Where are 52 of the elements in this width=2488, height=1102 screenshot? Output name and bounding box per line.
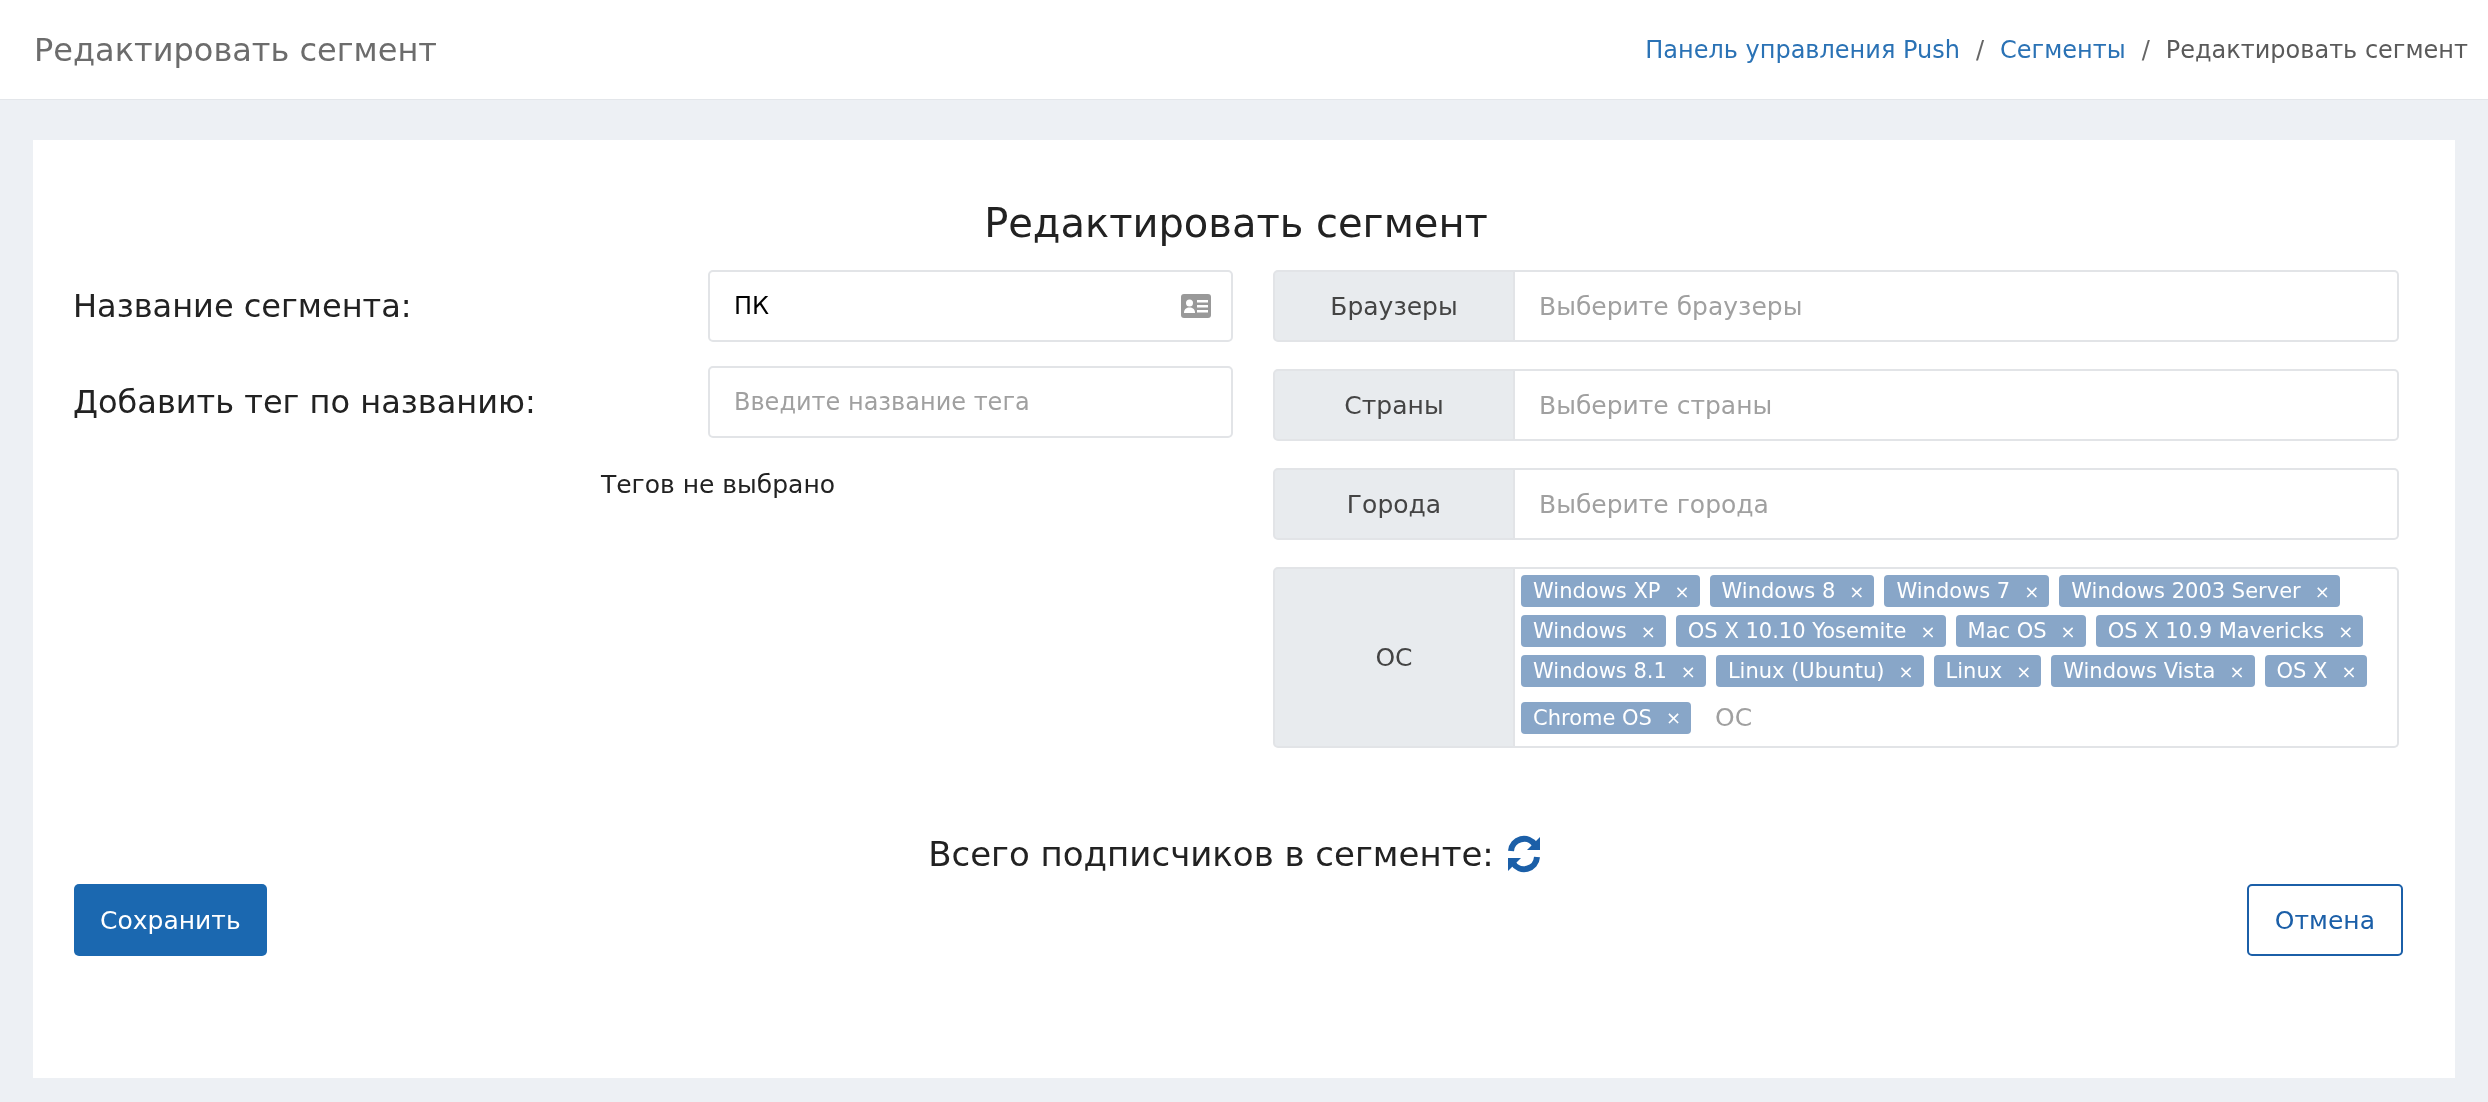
remove-tag-button[interactable]: × <box>2229 660 2245 682</box>
selected-tag: Windows 8.1 × <box>1521 655 1706 687</box>
page-title: Редактировать сегмент <box>34 30 437 69</box>
breadcrumb-link[interactable]: Сегменты <box>2000 35 2126 64</box>
field-label: Название сегмента: <box>73 287 413 325</box>
selected-tag: Chrome OS × <box>1521 701 1691 734</box>
selected-tag: Windows Vista × <box>2051 655 2255 687</box>
selected-tag: Windows × <box>1521 615 1666 647</box>
id-card-icon <box>1181 294 1211 318</box>
remove-tag-button[interactable]: × <box>1849 580 1865 602</box>
remove-tag-button[interactable]: × <box>2341 660 2357 682</box>
selected-tag: Windows 8 × <box>1709 575 1875 607</box>
remove-tag-button[interactable]: × <box>1920 620 1936 642</box>
breadcrumb-current-page: Редактировать сегмент <box>2165 35 2468 64</box>
field-label: Добавить тег по названию: <box>73 383 537 421</box>
select-field[interactable]: Выберите браузеры <box>1515 270 2399 342</box>
breadcrumb-separator: / <box>2141 35 2150 64</box>
form-title: Редактировать сегмент <box>983 200 1489 246</box>
remove-tag-button[interactable]: × <box>2338 620 2354 642</box>
selected-tag: Mac OS × <box>1955 615 2086 647</box>
select-field[interactable]: Выберите города <box>1515 468 2399 540</box>
save-button[interactable]: Сохранить <box>74 884 267 956</box>
breadcrumb-link[interactable]: Панель управления Push <box>1645 35 1960 64</box>
filter-label: Страны <box>1273 369 1515 441</box>
selected-tag: Windows 7 × <box>1884 575 2050 607</box>
remove-tag-button[interactable]: × <box>1674 580 1690 602</box>
selected-tag: Windows 2003 Server × <box>2059 575 2340 607</box>
remove-tag-button[interactable]: × <box>2016 660 2032 682</box>
selected-tag: Windows XP × <box>1521 575 1700 607</box>
remove-tag-button[interactable]: × <box>1640 620 1656 642</box>
subscriber-total-label: Всего подписчиков в сегменте: <box>928 834 1494 874</box>
remove-tag-button[interactable]: × <box>1665 707 1681 728</box>
tag-select-field[interactable]: Windows XP × Windows 8 × Windows 7 × Windows 2003 Server × Windows × OS X 10.10 Yosemite × Mac OS × OS X 10.9 Mavericks × Windows 8.1 × Linux (Ubuntu) × Linux × Windows Vista × OS X × Chrome OS × ОС <box>1515 567 2399 748</box>
selected-tag: Linux × <box>1933 655 2042 687</box>
segment-name-field[interactable]: ПК <box>708 270 1233 342</box>
selected-tag: OS X × <box>2264 655 2367 687</box>
selected-tag: Linux (Ubuntu) × <box>1715 655 1924 687</box>
remove-tag-button[interactable]: × <box>2024 580 2040 602</box>
selected-tag: OS X 10.9 Mavericks × <box>2095 615 2364 647</box>
select-field[interactable]: Выберите страны <box>1515 369 2399 441</box>
remove-tag-button[interactable]: × <box>2060 620 2076 642</box>
filter-label: Города <box>1273 468 1515 540</box>
cancel-button[interactable]: Отмена <box>2246 884 2403 956</box>
breadcrumb-separator: / <box>1975 35 1985 64</box>
selected-tag: OS X 10.10 Yosemite × <box>1675 615 1946 647</box>
filter-label: ОС <box>1273 567 1515 748</box>
filter-label: Браузеры <box>1273 270 1515 342</box>
tag-input-field[interactable]: Введите название тега <box>708 366 1233 438</box>
remove-tag-button[interactable]: × <box>1680 660 1696 682</box>
remove-tag-button[interactable]: × <box>2314 580 2330 602</box>
no-tags-text: Тегов не выбрано <box>599 470 837 499</box>
remove-tag-button[interactable]: × <box>1898 660 1914 682</box>
